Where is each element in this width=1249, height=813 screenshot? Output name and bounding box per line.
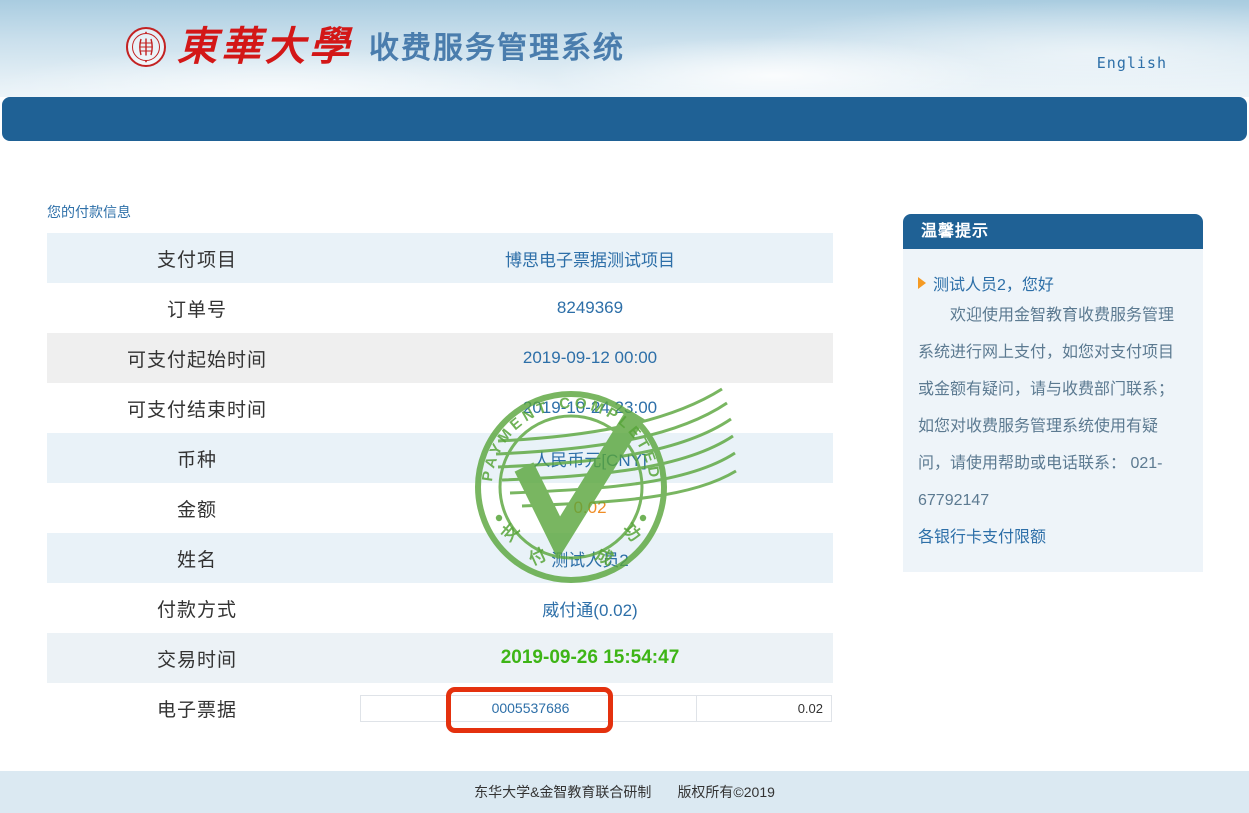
navbar [2,97,1247,141]
page-footer: 东华大学&金智教育联合研制 版权所有©2019 [0,771,1249,813]
site-header: 東華大學 收费服务管理系统 English [0,0,1249,97]
row-label: 币种 [47,445,347,472]
payment-row: 订单号 8249369 [47,283,833,333]
row-label: 电子票据 [47,695,347,722]
row-value-transaction-time: 2019-09-26 15:54:47 [347,647,833,669]
row-value: 人民币元[CNY] [347,446,833,471]
payment-row: 可支付结束时间 2019-10-24 23:00 [47,383,833,433]
einvoice-empty-cell [360,695,450,722]
university-seal-icon [125,26,167,68]
tips-message: 欢迎使用金智教育收费服务管理系统进行网上支付，如您对支付项目或金额有疑问，请与收… [918,297,1188,519]
row-value: 2019-09-12 00:00 [347,348,833,368]
payment-result-page: 東華大學 收费服务管理系统 English 您的付款信息 支付项目 博思电子票据… [0,0,1249,813]
row-label: 支付项目 [47,245,347,272]
payment-info-table: 支付项目 博思电子票据测试项目 订单号 8249369 可支付起始时间 2019… [47,233,833,733]
payment-row: 支付项目 博思电子票据测试项目 [47,233,833,283]
row-label: 订单号 [47,295,347,322]
row-label: 可支付结束时间 [47,395,347,422]
payment-row: 交易时间 2019-09-26 15:54:47 [47,633,833,683]
row-label: 可支付起始时间 [47,345,347,372]
einvoice-table: 0005537686 0.02 [360,695,832,722]
payment-row: 可支付起始时间 2019-09-12 00:00 [47,333,833,383]
brand: 東華大學 收费服务管理系统 [125,18,625,76]
row-label: 交易时间 [47,645,347,672]
section-title: 您的付款信息 [47,202,131,222]
row-value: 2019-10-24 23:00 [347,398,833,418]
row-value-amount: 0.02 [347,498,833,518]
einvoice-amount: 0.02 [696,695,832,722]
row-value: 8249369 [347,298,833,318]
footer-credits: 东华大学&金智教育联合研制 [474,782,651,802]
footer-copyright: 版权所有©2019 [677,782,774,802]
tips-panel: 温馨提示 测试人员2，您好 欢迎使用金智教育收费服务管理系统进行网上支付，如您对… [903,214,1203,572]
row-label: 付款方式 [47,595,347,622]
user-greeting: 测试人员2，您好 [918,271,1188,295]
university-name: 東華大學 [177,27,353,67]
payment-row: 金额 0.02 [47,483,833,533]
row-label: 姓名 [47,545,347,572]
bank-card-limit-link[interactable]: 各银行卡支付限额 [918,519,1046,556]
tips-panel-body: 测试人员2，您好 欢迎使用金智教育收费服务管理系统进行网上支付，如您对支付项目或… [903,249,1203,572]
row-value: 测试人员2 [347,546,833,571]
greeting-text: 测试人员2，您好 [933,271,1054,295]
system-title: 收费服务管理系统 [369,30,625,64]
row-value: 威付通(0.02) [347,596,833,621]
payment-row: 币种 人民币元[CNY] [47,433,833,483]
einvoice-number-link[interactable]: 0005537686 [449,695,612,722]
row-value: 博思电子票据测试项目 [347,246,833,271]
arrow-right-icon [918,277,926,289]
tips-panel-title: 温馨提示 [903,214,1203,249]
payment-row: 付款方式 威付通(0.02) [47,583,833,633]
payment-row: 姓名 测试人员2 [47,533,833,583]
einvoice-row: 电子票据 0005537686 0.02 [47,683,833,733]
english-language-link[interactable]: English [1097,54,1167,72]
einvoice-empty-cell [611,695,697,722]
row-label: 金额 [47,495,347,522]
